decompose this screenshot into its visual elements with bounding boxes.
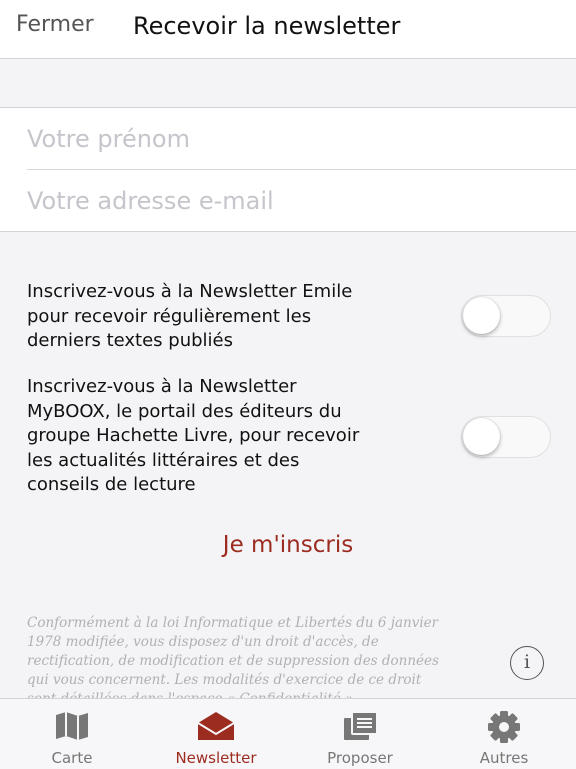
- tab-proposer[interactable]: Proposer: [288, 699, 432, 769]
- gear-icon: [488, 711, 520, 743]
- option-text-line: Inscrivez-vous à la Newsletter Emile: [27, 281, 353, 302]
- first-name-row: [0, 108, 576, 170]
- navigation-bar: Fermer Recevoir la newsletter: [0, 0, 576, 59]
- option-text-line: conseils de lecture: [27, 474, 196, 495]
- tab-autres[interactable]: Autres: [432, 699, 576, 769]
- tab-carte[interactable]: Carte: [0, 699, 144, 769]
- option-text-line: MyBOOX, le portail des éditeurs du: [27, 400, 342, 422]
- option-text-line: Inscrivez-vous à la Newsletter: [27, 376, 297, 397]
- tab-newsletter[interactable]: Newsletter: [144, 699, 288, 769]
- close-button[interactable]: Fermer: [16, 12, 94, 37]
- legal-text-line: rectification, de modification et de sup…: [27, 653, 439, 669]
- legal-text-line: sont détaillées dans l'espace « Confiden…: [27, 690, 483, 698]
- section-spacer: [0, 59, 576, 108]
- page-title: Recevoir la newsletter: [133, 12, 401, 40]
- legal-text-line: 1978 modifiée, vous disposez d'un droit …: [27, 634, 379, 650]
- email-row: [0, 170, 576, 231]
- tab-bar: Carte Newsletter Proposer Autres: [0, 698, 576, 769]
- newsletter-myboox-toggle[interactable]: [461, 416, 551, 458]
- info-circle-icon[interactable]: i: [510, 646, 544, 680]
- newsletter-emile-label: Inscrivez-vous à la Newsletter Emile pou…: [27, 280, 437, 354]
- email-input[interactable]: [27, 170, 547, 231]
- tab-label: Proposer: [327, 749, 393, 767]
- tab-label: Newsletter: [175, 749, 257, 767]
- toggle-knob: [463, 297, 500, 334]
- legal-text-line: Conformément à la loi Informatique et Li…: [27, 615, 439, 631]
- toggle-knob: [463, 418, 500, 455]
- legal-text-line: qui vous concernent. Les modalités d'exe…: [27, 672, 422, 688]
- map-icon: [56, 712, 88, 740]
- newsletter-myboox-label: Inscrivez-vous à la Newsletter MyBOOX, l…: [27, 375, 437, 498]
- newsletter-emile-toggle[interactable]: [461, 295, 551, 337]
- option-text-line: derniers textes publiés: [27, 330, 233, 351]
- signup-form: [0, 108, 576, 232]
- privacy-notice: Conformément à la loi Informatique et Li…: [27, 614, 483, 698]
- documents-icon: [344, 711, 378, 740]
- envelope-icon: [197, 712, 235, 740]
- subscribe-button[interactable]: Je m'inscris: [0, 532, 576, 558]
- first-name-input[interactable]: [27, 108, 547, 169]
- option-text-line: groupe Hachette Livre, pour recevoir: [27, 425, 360, 446]
- option-text-line: les actualités littéraires et des: [27, 449, 300, 471]
- tab-label: Autres: [479, 749, 529, 767]
- option-text-line: pour recevoir régulièrement les: [27, 305, 312, 327]
- tab-label: Carte: [51, 749, 93, 767]
